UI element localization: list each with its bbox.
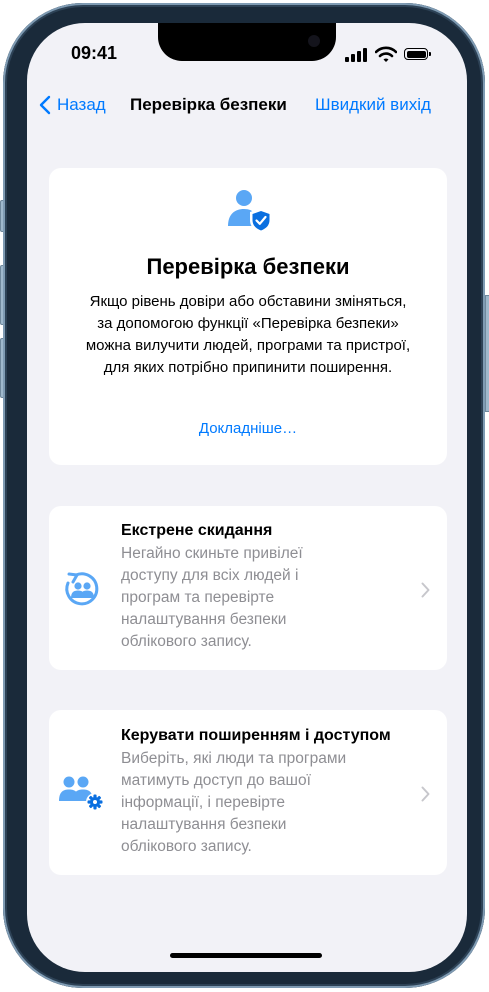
option-description: Виберіть, які люди та програми матимуть … — [121, 750, 347, 855]
person-shield-icon — [228, 190, 272, 233]
back-button[interactable]: Назад — [39, 95, 106, 115]
safety-check-intro-card: Перевірка безпеки Якщо рівень довіри або… — [49, 168, 447, 465]
emergency-reset-option[interactable]: Екстрене скидання Негайно скиньте привіл… — [49, 506, 447, 670]
camera-icon — [308, 35, 320, 47]
battery-icon — [404, 48, 431, 60]
learn-more-link[interactable]: Докладніше… — [49, 420, 447, 437]
option-title: Керувати поширенням і доступом — [121, 727, 391, 744]
screen: 09:41 Назад Перевірка безпеки Швидкий ви… — [27, 23, 467, 972]
quick-exit-button[interactable]: Швидкий вихід — [315, 95, 431, 115]
intro-description: Якщо рівень довіри або обставини змінять… — [85, 293, 411, 376]
chevron-right-icon — [421, 582, 430, 598]
page-title: Перевірка безпеки — [130, 95, 287, 114]
status-time: 09:41 — [71, 43, 118, 63]
manage-sharing-option[interactable]: Керувати поширенням і доступом Виберіть,… — [49, 710, 447, 875]
chevron-left-icon — [39, 95, 51, 115]
notch — [158, 23, 336, 61]
people-gear-icon — [59, 776, 104, 811]
option-description: Негайно скиньте привілеї доступу для всі… — [121, 545, 303, 650]
phone-frame: 09:41 Назад Перевірка безпеки Швидкий ви… — [3, 3, 485, 988]
option-title: Екстрене скидання — [121, 522, 273, 539]
emergency-reset-icon — [65, 572, 99, 606]
cellular-signal-icon — [345, 48, 369, 62]
side-button — [485, 295, 489, 412]
wifi-icon — [375, 46, 397, 62]
home-indicator[interactable] — [170, 953, 322, 958]
navigation-bar: Назад Перевірка безпеки Швидкий вихід — [27, 95, 467, 125]
back-label: Назад — [57, 95, 106, 114]
chevron-right-icon — [421, 786, 430, 802]
intro-title: Перевірка безпеки — [146, 254, 350, 279]
